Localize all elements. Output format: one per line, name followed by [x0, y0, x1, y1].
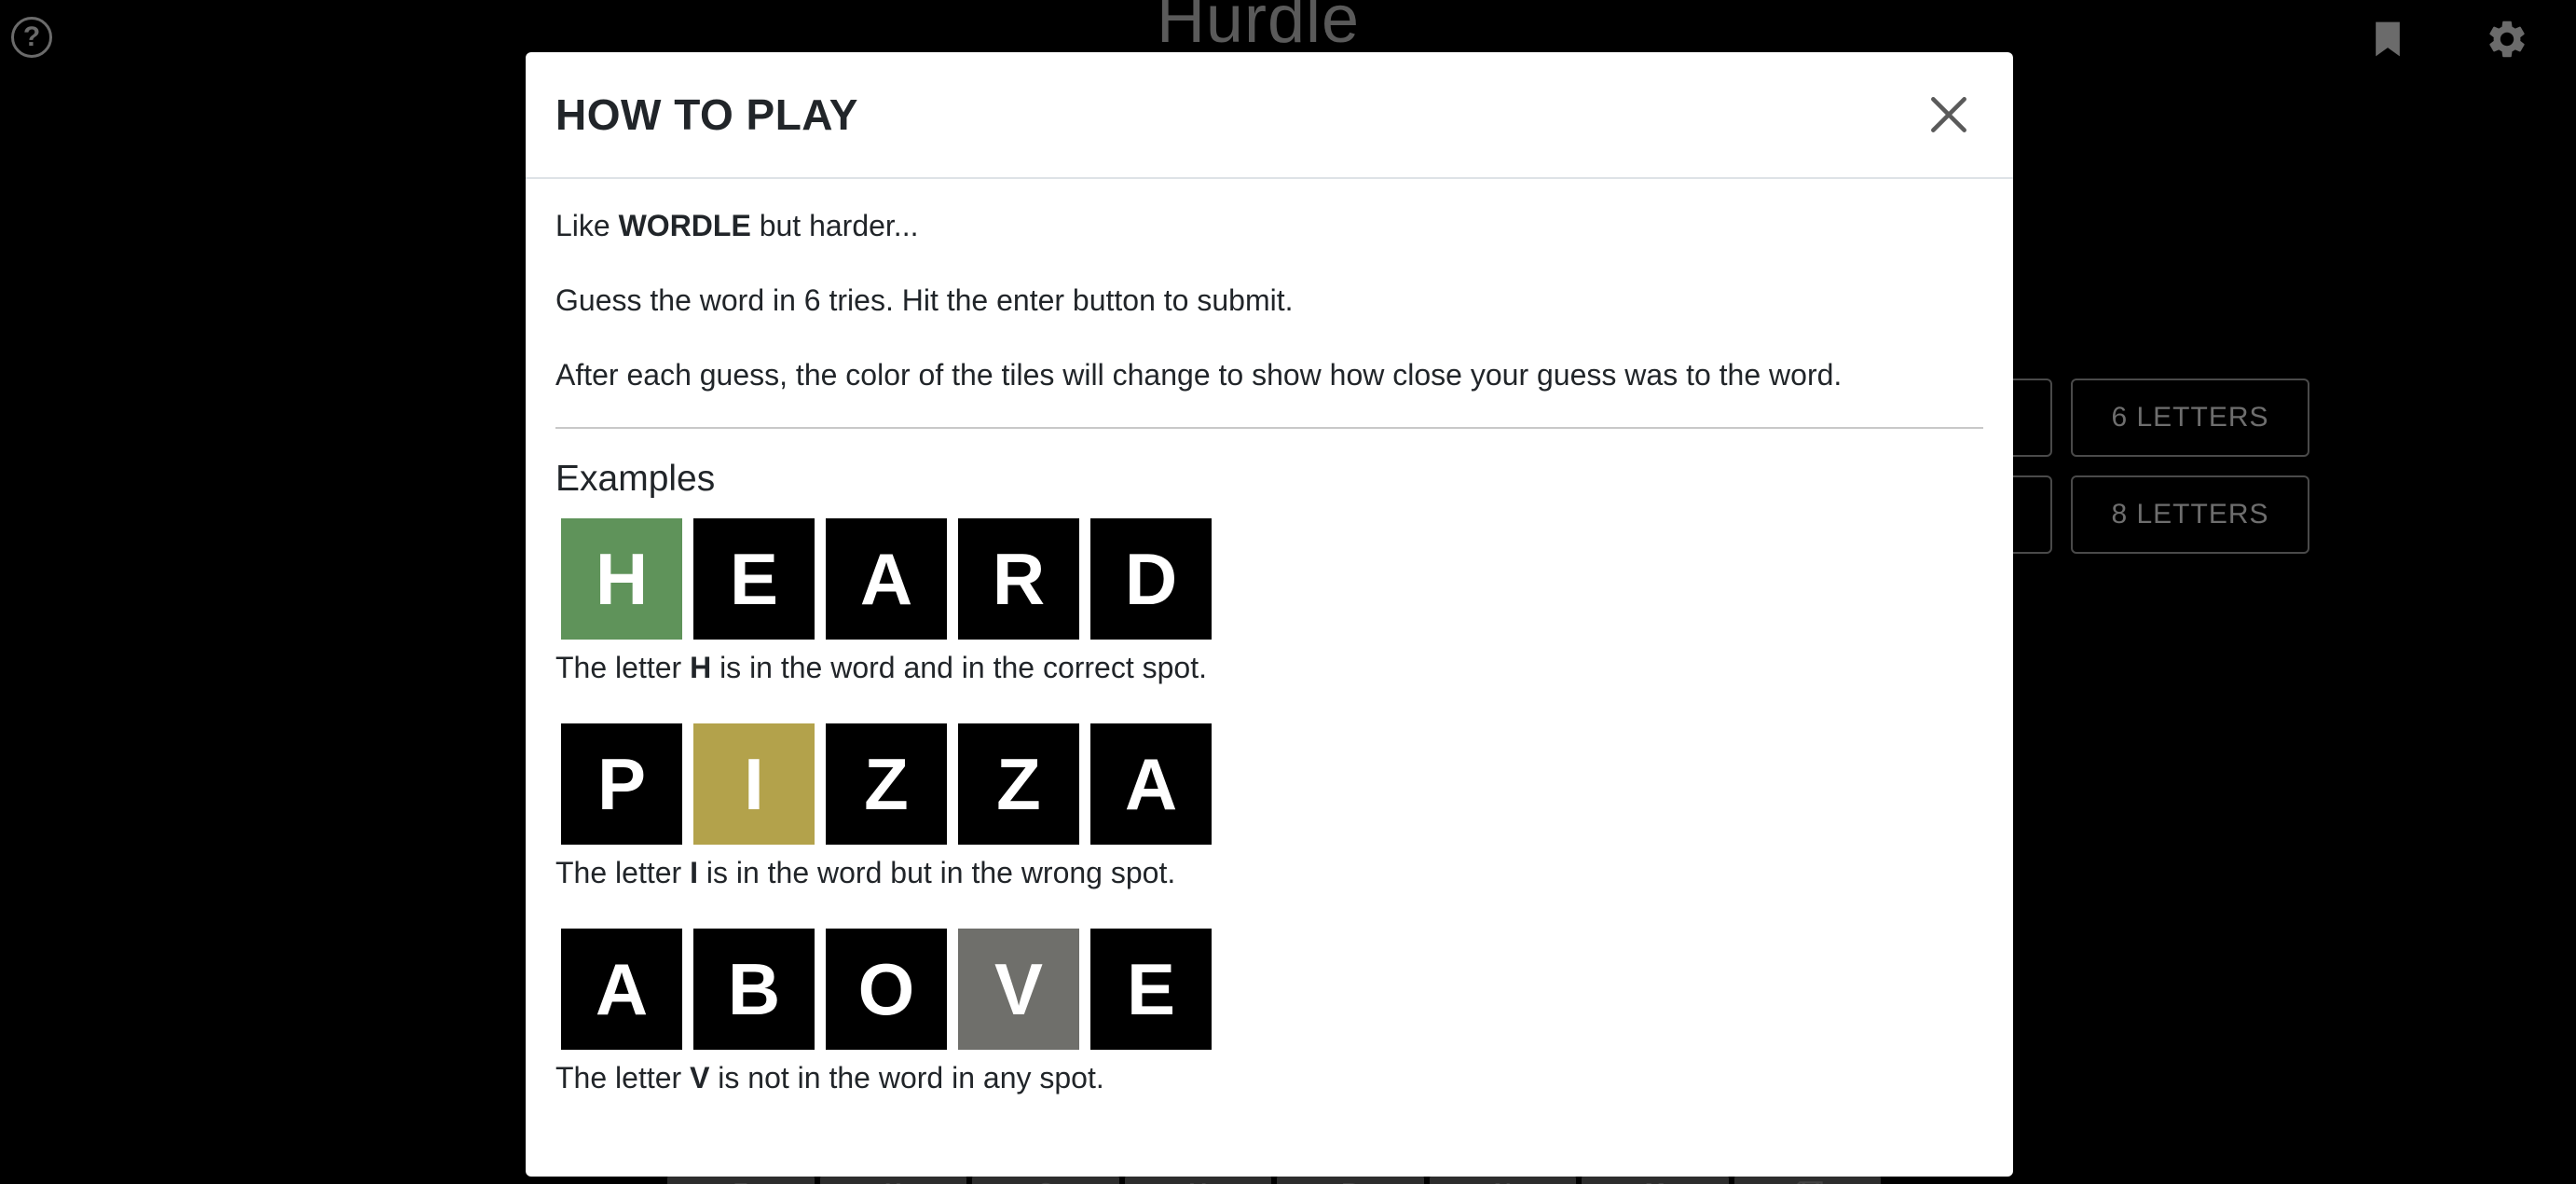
app-logo: Hurdle: [1156, 0, 1361, 57]
modal-header: HOW TO PLAY: [526, 52, 2013, 179]
tile: Z: [826, 723, 947, 845]
tile-absent: V: [958, 929, 1079, 1050]
tile: E: [693, 518, 815, 640]
eight-letters-button[interactable]: 8 LETTERS: [2071, 475, 2309, 554]
examples-heading: Examples: [555, 459, 716, 499]
tile-present: I: [693, 723, 815, 845]
close-icon[interactable]: [1925, 91, 1972, 138]
tile: B: [693, 929, 815, 1050]
example-row-pizza: P I Z Z A: [561, 723, 1983, 845]
example-caption-absent: The letter V is not in the word in any s…: [555, 1061, 1104, 1095]
six-letters-button[interactable]: 6 LETTERS: [2071, 379, 2309, 457]
tile: P: [561, 723, 682, 845]
bookmark-icon[interactable]: [2367, 19, 2408, 60]
how-to-play-modal: HOW TO PLAY Like WORDLE but harder... Gu…: [526, 52, 2013, 1177]
rule-colors: After each guess, the color of the tiles…: [555, 358, 1843, 392]
tile: A: [561, 929, 682, 1050]
tile: A: [1090, 723, 1212, 845]
help-icon[interactable]: ?: [11, 17, 52, 58]
intro-text: Like WORDLE but harder...: [555, 209, 919, 242]
modal-title: HOW TO PLAY: [555, 90, 858, 139]
tile: O: [826, 929, 947, 1050]
rule-tries: Guess the word in 6 tries. Hit the enter…: [555, 283, 1294, 317]
tile: R: [958, 518, 1079, 640]
gear-icon[interactable]: [2485, 17, 2529, 62]
divider: [555, 427, 1983, 429]
tile: A: [826, 518, 947, 640]
intro-wordle: WORDLE: [618, 209, 751, 242]
example-caption-present: The letter I is in the word but in the w…: [555, 856, 1176, 889]
app-root: ? Hurdle 6 LETTERS 8 LETTERS Z X C V B N…: [0, 0, 2576, 1184]
example-row-heard: H E A R D: [561, 518, 1983, 640]
example-caption-correct: The letter H is in the word and in the c…: [555, 651, 1207, 684]
example-row-above: A B O V E: [561, 929, 1983, 1050]
tile: Z: [958, 723, 1079, 845]
tile: E: [1090, 929, 1212, 1050]
tile-correct: H: [561, 518, 682, 640]
modal-body: Like WORDLE but harder... Guess the word…: [526, 179, 2013, 1098]
tile: D: [1090, 518, 1212, 640]
